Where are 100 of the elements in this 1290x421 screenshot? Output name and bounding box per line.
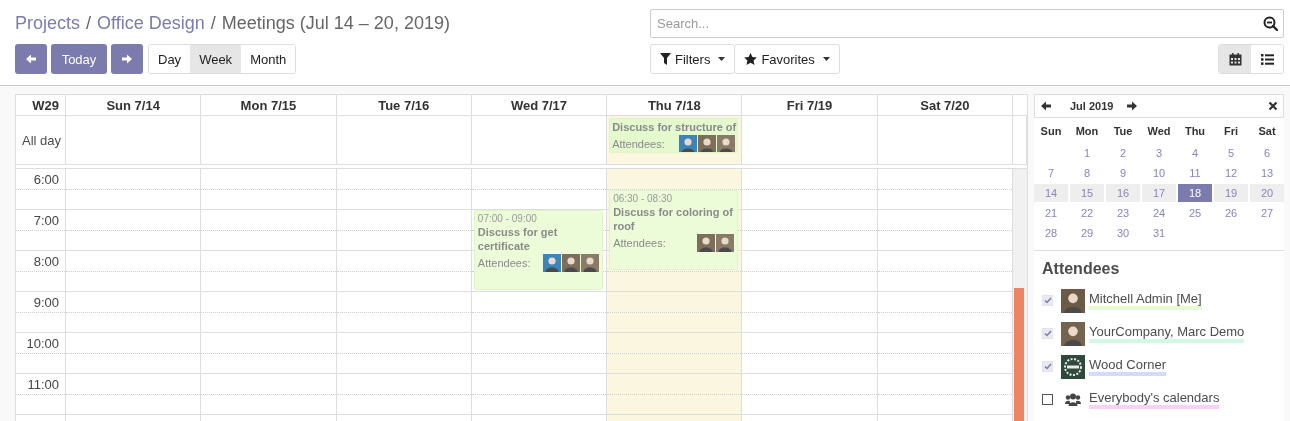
weekday-label: Tue <box>1112 124 1134 139</box>
attendee-name[interactable]: YourCompany, Marc Demo <box>1089 324 1245 343</box>
close-icon[interactable] <box>1268 101 1278 111</box>
calendar-view-button[interactable] <box>1219 45 1251 73</box>
day-header: Tue 7/16 <box>336 95 472 116</box>
week-number: W29 <box>16 95 66 116</box>
date-cell[interactable]: 9 <box>1106 164 1140 182</box>
attendees-label: Attendees: <box>613 236 666 249</box>
list-icon <box>1260 53 1274 65</box>
checkbox[interactable] <box>1042 394 1053 405</box>
date-cell[interactable]: 19 <box>1214 184 1248 202</box>
event-time: 06:30 - 08:30 <box>613 192 674 204</box>
attendee-name[interactable]: Mitchell Admin [Me] <box>1089 291 1202 310</box>
date-cell[interactable]: 31 <box>1142 224 1176 242</box>
all-day-label: All day <box>21 132 61 148</box>
previous-month-icon[interactable] <box>1040 100 1052 112</box>
hour-label: 6:00 <box>33 172 59 187</box>
date-cell[interactable]: 12 <box>1214 164 1248 182</box>
funnel-icon <box>660 53 671 65</box>
weekday-label: Mon <box>1074 124 1100 139</box>
date-cell[interactable]: 25 <box>1178 204 1212 222</box>
date-cell[interactable]: 11 <box>1178 164 1212 182</box>
avatar-icon <box>1061 321 1085 346</box>
scrollbar-track[interactable] <box>1013 169 1027 421</box>
weekday-label: Wed <box>1146 124 1172 139</box>
attendee-name[interactable]: Wood Corner <box>1089 357 1167 376</box>
caret-icon <box>718 57 726 61</box>
date-cell[interactable]: 28 <box>1034 224 1068 242</box>
hour-label: 8:00 <box>33 254 59 269</box>
breadcrumb-current: Meetings (Jul 14 – 20, 2019) <box>221 13 450 34</box>
next-button[interactable] <box>111 44 143 74</box>
attendees-label: Attendees: <box>612 138 665 150</box>
date-cell[interactable]: 3 <box>1142 144 1176 162</box>
date-cell[interactable]: 8 <box>1070 164 1104 182</box>
weekday-label: Fri <box>1222 124 1240 139</box>
users-icon <box>1065 393 1081 406</box>
calendar-event[interactable]: 06:30 - 08:30 Discuss for coloring of roof Attendees: <box>609 189 739 270</box>
all-day-event[interactable]: Discuss for structure of Attendees: <box>609 118 739 153</box>
day-header: Sun 7/14 <box>66 95 202 116</box>
day-header: Sat 7/20 <box>877 95 1013 116</box>
event-title: Discuss for get certificate <box>477 225 559 253</box>
date-cell[interactable]: 24 <box>1142 204 1176 222</box>
star-icon <box>744 53 758 65</box>
search-icon[interactable] <box>1263 16 1278 31</box>
breadcrumb-separator: / <box>210 13 216 34</box>
date-cell[interactable]: 13 <box>1250 164 1284 182</box>
date-cell[interactable]: 17 <box>1142 184 1176 202</box>
date-cell[interactable]: 15 <box>1070 184 1104 202</box>
date-cell[interactable]: 20 <box>1250 184 1284 202</box>
calendar-event[interactable]: 07:00 - 09:00 Discuss for get certificate Attendees: <box>473 210 604 290</box>
date-cell[interactable]: 27 <box>1250 204 1284 222</box>
left-arrow-icon <box>25 53 37 65</box>
search-field[interactable]: Search... <box>650 9 1284 38</box>
date-cell[interactable]: 2 <box>1106 144 1140 162</box>
weekday-label: Thu <box>1183 124 1207 139</box>
next-month-icon[interactable] <box>1126 100 1139 112</box>
attendees-label: Attendees: <box>477 257 531 269</box>
breadcrumb-link[interactable]: Office Design <box>97 13 205 34</box>
weekday-label: Sun <box>1039 124 1063 139</box>
previous-button[interactable] <box>15 44 47 74</box>
date-cell[interactable]: 5 <box>1214 144 1248 162</box>
caret-icon <box>822 57 830 61</box>
date-cell[interactable]: 18 <box>1178 184 1212 202</box>
date-cell[interactable]: 23 <box>1106 204 1140 222</box>
day-header: Mon 7/15 <box>201 95 337 116</box>
date-cell[interactable]: 26 <box>1214 204 1248 222</box>
date-cell[interactable]: 30 <box>1106 224 1140 242</box>
breadcrumb-link[interactable]: Projects <box>15 13 81 34</box>
date-cell[interactable]: 7 <box>1034 164 1068 182</box>
avatar-icon <box>1061 288 1085 313</box>
attendees-heading: Attendees <box>1041 259 1121 279</box>
date-cell[interactable]: 4 <box>1178 144 1212 162</box>
hour-label: 11:00 <box>27 377 59 392</box>
date-cell[interactable]: 16 <box>1106 184 1140 202</box>
hour-label: 7:00 <box>33 213 59 228</box>
hour-label: 10:00 <box>26 336 59 351</box>
date-cell[interactable]: 10 <box>1142 164 1176 182</box>
event-title: Discuss for structure of <box>612 120 736 134</box>
today-button[interactable]: Today <box>51 44 107 74</box>
weekday-label: Sat <box>1257 124 1277 139</box>
date-cell[interactable]: 22 <box>1070 204 1104 222</box>
date-cell[interactable]: 1 <box>1070 144 1104 162</box>
month-title: Jul 2019 <box>1070 100 1114 112</box>
event-time: 07:00 - 09:00 <box>477 213 538 224</box>
day-header: Wed 7/17 <box>471 95 608 116</box>
calendar-icon <box>1228 52 1242 66</box>
filters-button[interactable]: Filters <box>650 44 736 74</box>
favorites-button[interactable]: Favorites <box>734 44 840 74</box>
hour-label: 9:00 <box>33 295 59 310</box>
breadcrumb-separator: / <box>86 13 92 34</box>
date-cell[interactable]: 14 <box>1034 184 1068 202</box>
date-cell[interactable]: 21 <box>1034 204 1068 222</box>
right-arrow-icon <box>121 53 133 65</box>
attendee-name[interactable]: Everybody's calendars <box>1089 390 1220 409</box>
date-cell[interactable]: 6 <box>1250 144 1284 162</box>
day-header: Fri 7/19 <box>742 95 878 116</box>
event-title: Discuss for coloring of roof <box>613 204 734 233</box>
logo-icon <box>1061 354 1085 379</box>
date-cell[interactable]: 29 <box>1070 224 1104 242</box>
scale-tab[interactable]: Week <box>190 45 242 73</box>
